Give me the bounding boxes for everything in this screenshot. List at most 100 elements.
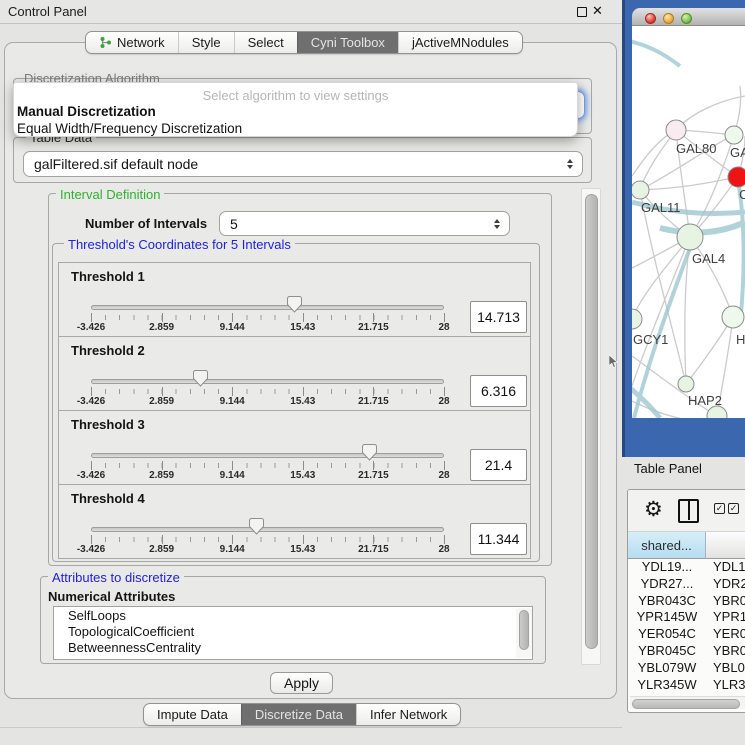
attribute-item-selfloops[interactable]: SelfLoops (54, 607, 532, 623)
checkbox-icon[interactable]: ✓ (728, 503, 739, 514)
cell-name: YDR2 (706, 576, 745, 593)
slider-scale-label: 9.144 (220, 396, 245, 407)
table-row[interactable]: YDR27...YDR2 (628, 576, 745, 593)
network-node-gal4[interactable] (677, 224, 703, 250)
mouse-cursor (609, 355, 619, 369)
network-window-titlebar[interactable] (632, 8, 745, 26)
slider-major-tick (444, 313, 445, 322)
threshold-label: Threshold 4 (71, 491, 145, 506)
node-label: GAL11 (641, 200, 681, 215)
threshold-value-field[interactable]: 14.713 (470, 301, 527, 333)
threshold-coords-title: Threshold's Coordinates for 5 Intervals (64, 237, 295, 252)
attribute-item-betweennesscentrality[interactable]: BetweennessCentrality (54, 639, 532, 655)
slider-scale-label: 15.43 (290, 396, 315, 407)
tab-jactivemnodules[interactable]: jActiveMNodules (398, 32, 522, 53)
table-panel: ⚙ ✓ ✓ shared...na YDL19...YDL1YDR27...YD… (627, 489, 745, 713)
slider-major-tick (444, 387, 445, 396)
slider-major-tick (162, 387, 163, 396)
table-row[interactable]: YPR145WYPR1 (628, 609, 745, 626)
table-row[interactable]: YLR345WYLR3 (628, 677, 745, 694)
close-traffic-light-icon[interactable] (645, 13, 656, 24)
table-row[interactable]: YDL19...YDL1 (628, 559, 745, 576)
slider-scale-label: -3.426 (77, 544, 105, 555)
slider-scale-label: 15.43 (290, 322, 315, 333)
tab-cyni-toolbox[interactable]: Cyni Toolbox (297, 32, 398, 53)
tab-impute-data[interactable]: Impute Data (144, 704, 241, 725)
tab-select[interactable]: Select (234, 32, 297, 53)
split-columns-icon[interactable] (678, 499, 699, 523)
slider-scale-label: -3.426 (77, 470, 105, 481)
attribute-item-topologicalcoefficient[interactable]: TopologicalCoefficient (54, 623, 532, 639)
cell-name: YBR0 (706, 593, 745, 610)
zoom-traffic-light-icon[interactable] (681, 13, 692, 24)
table-toolbar: ⚙ ✓ ✓ (628, 490, 745, 532)
threshold-slider-thumb[interactable] (193, 370, 208, 387)
gear-icon[interactable]: ⚙ (644, 498, 663, 522)
cell-shared-name: YDL19... (628, 559, 706, 576)
threshold-slider-track[interactable] (91, 453, 444, 458)
network-node-gal11[interactable] (632, 181, 649, 199)
dropdown-item-manual-discretization[interactable]: Manual Discretization (14, 103, 577, 120)
cell-name: YER0 (706, 626, 745, 643)
column-header-shared[interactable]: shared... (628, 532, 706, 559)
tab-network[interactable]: Network (86, 32, 178, 53)
attributes-list[interactable]: SelfLoopsTopologicalCoefficientBetweenne… (53, 606, 533, 660)
network-canvas[interactable]: GAL80GACGAL11GAL4GCY1HHAP2 (632, 26, 745, 418)
threshold-label: Threshold 3 (71, 417, 145, 432)
threshold-slider-thumb[interactable] (362, 444, 377, 461)
network-graph: GAL80GACGAL11GAL4GCY1HHAP2 (632, 26, 745, 418)
table-row[interactable]: YBR045CYBR0 (628, 643, 745, 660)
threshold-value-field[interactable]: 21.4 (470, 449, 527, 481)
dropdown-item-equal-width-frequency-discretization[interactable]: Equal Width/Frequency Discretization (14, 120, 577, 137)
table-row[interactable]: YBR043CYBR0 (628, 593, 745, 610)
table-horizontal-scrollbar[interactable] (630, 696, 745, 709)
cell-shared-name: YPR145W (628, 609, 706, 626)
network-node-hap2[interactable] (678, 376, 694, 392)
threshold-slider-thumb[interactable] (287, 296, 302, 313)
main-vertical-scrollbar[interactable] (581, 188, 601, 665)
network-node-c[interactable] (728, 167, 745, 187)
slider-minor-ticks (91, 537, 445, 542)
network-node-ga[interactable] (725, 126, 743, 144)
checkbox-icon[interactable]: ✓ (714, 503, 725, 514)
slider-scale-label: 21.715 (358, 544, 389, 555)
threshold-value-field[interactable]: 6.316 (470, 375, 527, 407)
close-icon[interactable]: ✕ (592, 3, 603, 19)
list-vertical-scrollbar[interactable] (516, 608, 532, 658)
threshold-value-field[interactable]: 11.344 (470, 523, 527, 555)
list-scrollbar-thumb[interactable] (519, 610, 529, 650)
slider-scale-label: 9.144 (220, 544, 245, 555)
table-row[interactable]: YER054CYER0 (628, 626, 745, 643)
table-hscrollbar-thumb[interactable] (632, 699, 740, 709)
tab-infer-network[interactable]: Infer Network (356, 704, 460, 725)
apply-button[interactable]: Apply (270, 672, 333, 694)
num-intervals-combo[interactable]: 5 (219, 211, 510, 236)
panel-title: Control Panel (8, 4, 87, 19)
threshold-slider-track[interactable] (91, 527, 444, 532)
slider-scale-label: 28 (438, 470, 449, 481)
network-node-h[interactable] (722, 306, 744, 328)
slider-minor-ticks (91, 389, 445, 394)
network-node-gcy1[interactable] (632, 309, 642, 329)
minimize-traffic-light-icon[interactable] (663, 13, 674, 24)
slider-scale-label: 9.144 (220, 322, 245, 333)
table-header-row: shared...na (628, 532, 745, 559)
threshold-slider-thumb[interactable] (249, 518, 264, 535)
threshold-slider-track[interactable] (91, 379, 444, 384)
attributes-group-title: Attributes to discretize (48, 570, 184, 585)
main-scrollbar-thumb[interactable] (585, 194, 598, 649)
slider-major-tick (373, 387, 374, 396)
table-data-combo[interactable]: galFiltered.sif default node (23, 151, 583, 177)
slider-major-tick (162, 313, 163, 322)
slider-major-tick (91, 313, 92, 322)
cell-name: YBR0 (706, 643, 745, 660)
tab-style[interactable]: Style (178, 32, 234, 53)
node-label: GCY1 (633, 332, 668, 347)
network-node-gal80[interactable] (666, 120, 686, 140)
float-window-icon[interactable] (577, 7, 587, 17)
column-header-na[interactable]: na (706, 532, 745, 559)
table-row[interactable]: YBL079WYBL0 (628, 660, 745, 677)
threshold-slider-track[interactable] (91, 305, 444, 310)
tab-discretize-data[interactable]: Discretize Data (241, 704, 356, 725)
table-row[interactable]: YIL052CYIL0 (628, 693, 745, 694)
